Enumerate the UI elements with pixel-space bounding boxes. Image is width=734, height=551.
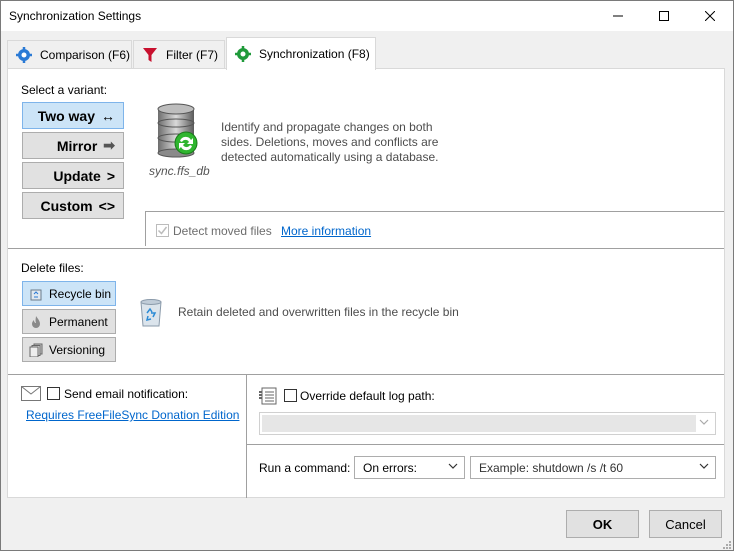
command-trigger-value: On errors: <box>363 460 418 475</box>
override-log-checkbox[interactable] <box>284 389 297 402</box>
override-log-label: Override default log path: <box>300 389 435 403</box>
divider <box>8 248 724 249</box>
tab-filter-label: Filter (F7) <box>166 48 218 62</box>
log-file-icon <box>259 387 277 405</box>
database-icon <box>154 103 202 159</box>
chevron-right-icon: > <box>106 167 115 184</box>
delete-files-heading: Delete files: <box>21 261 84 275</box>
variant-description: Identify and propagate changes on both s… <box>221 120 439 164</box>
send-email-label: Send email notification: <box>64 387 189 401</box>
database-caption: sync.ffs_db <box>149 164 210 178</box>
versioning-icon <box>29 343 43 357</box>
maximize-icon[interactable] <box>641 1 687 31</box>
double-arrow-icon: ↔ <box>101 107 115 124</box>
delete-description: Retain deleted and overwritten files in … <box>178 305 459 319</box>
variant-mirror-label: Mirror <box>56 137 98 154</box>
variant-update-label: Update <box>53 167 101 184</box>
ok-button[interactable]: OK <box>566 510 639 538</box>
chevron-down-icon <box>448 461 458 474</box>
close-icon[interactable] <box>687 1 733 31</box>
gear-blue-icon <box>16 47 32 63</box>
divider <box>246 374 247 498</box>
variant-mirror-button[interactable]: Mirror ➡ <box>22 132 124 159</box>
recycle-bin-icon <box>29 287 43 301</box>
variant-heading: Select a variant: <box>21 83 108 97</box>
recycle-bin-button[interactable]: Recycle bin <box>22 281 116 306</box>
permanent-button[interactable]: Permanent <box>22 309 116 334</box>
variant-custom-label: Custom <box>40 197 93 214</box>
donation-edition-link[interactable]: Requires FreeFileSync Donation Edition <box>26 408 239 422</box>
tab-comparison-label: Comparison (F6) <box>40 48 131 62</box>
window-title: Synchronization Settings <box>9 9 142 23</box>
detect-moved-checkbox[interactable] <box>156 224 169 237</box>
tab-synchronization[interactable]: Synchronization (F8) <box>226 37 376 70</box>
divider <box>146 211 724 212</box>
permanent-label: Permanent <box>49 314 108 329</box>
variant-custom-button[interactable]: Custom <> <box>22 192 124 219</box>
resize-grip-icon[interactable] <box>721 538 731 549</box>
minimize-icon[interactable] <box>595 1 641 31</box>
divider <box>8 374 724 375</box>
log-path-field <box>262 415 696 432</box>
versioning-button[interactable]: Versioning <box>22 337 116 362</box>
angle-brackets-icon: <> <box>98 197 115 214</box>
log-path-combobox[interactable] <box>259 412 716 435</box>
envelope-icon <box>21 386 41 401</box>
funnel-icon <box>142 47 158 63</box>
tab-filter[interactable]: Filter (F7) <box>133 40 225 69</box>
versioning-label: Versioning <box>49 342 106 357</box>
tab-synchronization-label: Synchronization (F8) <box>259 47 370 61</box>
run-command-label: Run a command: <box>259 461 351 475</box>
synchronization-settings-window: Synchronization Settings Comparison (F6)… <box>0 0 734 551</box>
tab-comparison[interactable]: Comparison (F6) <box>7 40 132 69</box>
variant-update-button[interactable]: Update > <box>22 162 124 189</box>
title-bar: Synchronization Settings <box>1 1 733 31</box>
divider <box>247 444 724 445</box>
cancel-button[interactable]: Cancel <box>649 510 722 538</box>
divider <box>145 211 146 246</box>
detect-moved-label: Detect moved files <box>173 224 272 238</box>
variant-two-way-button[interactable]: Two way ↔ <box>22 102 124 129</box>
command-placeholder: Example: shutdown /s /t 60 <box>479 460 624 475</box>
right-arrow-icon: ➡ <box>103 137 115 153</box>
send-email-checkbox[interactable] <box>47 387 60 400</box>
recycle-bin-large-icon <box>138 297 164 327</box>
synchronization-panel: Select a variant: Two way ↔ Mirror ➡ Upd… <box>7 68 725 498</box>
recycle-bin-label: Recycle bin <box>49 286 112 301</box>
command-input[interactable]: Example: shutdown /s /t 60 <box>470 456 716 479</box>
more-information-link[interactable]: More information <box>281 224 371 238</box>
chevron-down-icon <box>699 417 709 430</box>
gear-green-icon <box>235 46 251 62</box>
flame-icon <box>29 315 43 329</box>
variant-two-way-label: Two way <box>37 107 95 124</box>
chevron-down-icon <box>699 461 709 474</box>
command-trigger-select[interactable]: On errors: <box>354 456 465 479</box>
